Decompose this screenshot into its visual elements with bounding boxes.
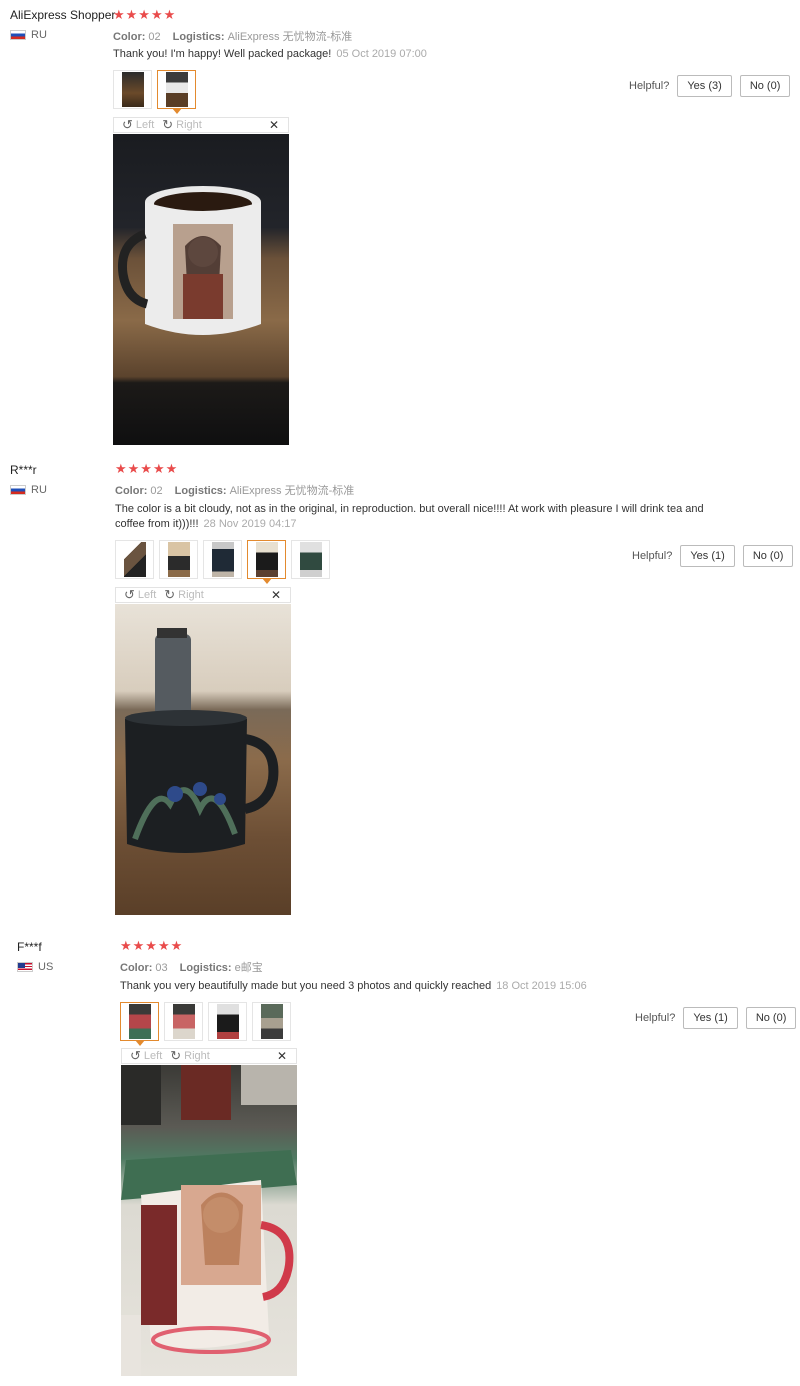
helpful-no-button[interactable]: No (0) bbox=[739, 75, 791, 97]
rotate-left-icon[interactable]: ↺ bbox=[124, 587, 135, 603]
reviewer-name[interactable]: F***f bbox=[17, 940, 42, 954]
rotate-right-label[interactable]: Right bbox=[176, 119, 202, 131]
review-date: 05 Oct 2019 07:00 bbox=[336, 48, 427, 60]
photo-thumbnail-selected[interactable] bbox=[247, 540, 286, 584]
reviewer-country: US bbox=[17, 961, 53, 973]
photo-thumbnail[interactable] bbox=[252, 1002, 291, 1041]
close-icon[interactable]: ✕ bbox=[277, 1049, 287, 1063]
close-icon[interactable]: ✕ bbox=[271, 588, 281, 602]
russia-flag-icon bbox=[10, 485, 26, 495]
photo-thumbnail[interactable] bbox=[115, 540, 154, 579]
usa-flag-icon bbox=[17, 962, 33, 972]
russia-flag-icon bbox=[10, 30, 26, 40]
star-rating: ★★★★★ bbox=[120, 938, 184, 953]
review-text: The color is a bit cloudy, not as in the… bbox=[115, 503, 704, 530]
photo-thumbnails bbox=[115, 540, 330, 584]
close-icon[interactable]: ✕ bbox=[269, 118, 279, 132]
rotate-right-label[interactable]: Right bbox=[178, 589, 204, 601]
rotate-left-icon[interactable]: ↺ bbox=[122, 117, 133, 133]
photo-thumbnail[interactable] bbox=[291, 540, 330, 579]
mug-photo-illustration bbox=[121, 1065, 297, 1376]
rotate-right-icon[interactable]: ↻ bbox=[162, 117, 173, 133]
color-value: 03 bbox=[155, 962, 168, 974]
photo-thumbnails bbox=[120, 1002, 291, 1046]
reviewer-name[interactable]: AliExpress Shopper bbox=[10, 8, 115, 22]
photo-thumbnails bbox=[113, 70, 196, 114]
review-text: Thank you! I'm happy! Well packed packag… bbox=[113, 48, 427, 60]
reviewer-name[interactable]: R***r bbox=[10, 463, 37, 477]
review-photo-large[interactable] bbox=[121, 1065, 297, 1376]
rotate-left-label[interactable]: Left bbox=[138, 589, 156, 601]
photo-thumbnail[interactable] bbox=[203, 540, 242, 579]
photo-thumbnail-selected[interactable] bbox=[120, 1002, 159, 1046]
helpful-section: Helpful? Yes (1) No (0) bbox=[632, 545, 794, 567]
logistics-value: AliExpress 无忧物流-标准 bbox=[227, 31, 353, 43]
rotate-right-icon[interactable]: ↻ bbox=[164, 587, 175, 603]
helpful-no-button[interactable]: No (0) bbox=[742, 545, 794, 567]
image-toolbar: ↺ Left ↻ Right ✕ bbox=[121, 1048, 297, 1064]
photo-thumbnail[interactable] bbox=[159, 540, 198, 579]
review-date: 18 Oct 2019 15:06 bbox=[496, 980, 587, 992]
helpful-yes-button[interactable]: Yes (3) bbox=[677, 75, 732, 97]
reviewer-country: RU bbox=[10, 29, 47, 41]
color-value: 02 bbox=[148, 31, 161, 43]
review-meta: Color: 02 Logistics: AliExpress 无忧物流-标准 bbox=[113, 31, 353, 43]
star-rating: ★★★★★ bbox=[115, 461, 179, 476]
photo-thumbnail[interactable] bbox=[208, 1002, 247, 1041]
photo-thumbnail[interactable] bbox=[164, 1002, 203, 1041]
reviewer-country: RU bbox=[10, 484, 47, 496]
photo-thumbnail-selected[interactable] bbox=[157, 70, 196, 114]
helpful-no-button[interactable]: No (0) bbox=[745, 1007, 797, 1029]
rotate-left-label[interactable]: Left bbox=[136, 119, 154, 131]
rotate-right-icon[interactable]: ↻ bbox=[170, 1048, 181, 1064]
helpful-yes-button[interactable]: Yes (1) bbox=[683, 1007, 738, 1029]
rotate-right-label[interactable]: Right bbox=[184, 1050, 210, 1062]
review-date: 28 Nov 2019 04:17 bbox=[203, 518, 297, 530]
review-photo-large[interactable] bbox=[115, 604, 291, 915]
image-toolbar: ↺ Left ↻ Right ✕ bbox=[115, 587, 291, 603]
mug-photo-illustration bbox=[117, 186, 261, 335]
rotate-left-label[interactable]: Left bbox=[144, 1050, 162, 1062]
logistics-value: e邮宝 bbox=[234, 962, 263, 974]
helpful-section: Helpful? Yes (1) No (0) bbox=[635, 1007, 797, 1029]
review-photo-large[interactable] bbox=[113, 134, 289, 445]
color-value: 02 bbox=[150, 485, 163, 497]
star-rating: ★★★★★ bbox=[113, 7, 177, 22]
review-meta: Color: 03 Logistics: e邮宝 bbox=[120, 962, 263, 974]
helpful-yes-button[interactable]: Yes (1) bbox=[680, 545, 735, 567]
image-toolbar: ↺ Left ↻ Right ✕ bbox=[113, 117, 289, 133]
review-meta: Color: 02 Logistics: AliExpress 无忧物流-标准 bbox=[115, 485, 355, 497]
review-text: Thank you very beautifully made but you … bbox=[120, 980, 587, 992]
helpful-section: Helpful? Yes (3) No (0) bbox=[629, 75, 791, 97]
rotate-left-icon[interactable]: ↺ bbox=[130, 1048, 141, 1064]
photo-thumbnail[interactable] bbox=[113, 70, 152, 109]
logistics-value: AliExpress 无忧物流-标准 bbox=[229, 485, 355, 497]
mug-photo-illustration bbox=[125, 628, 279, 853]
